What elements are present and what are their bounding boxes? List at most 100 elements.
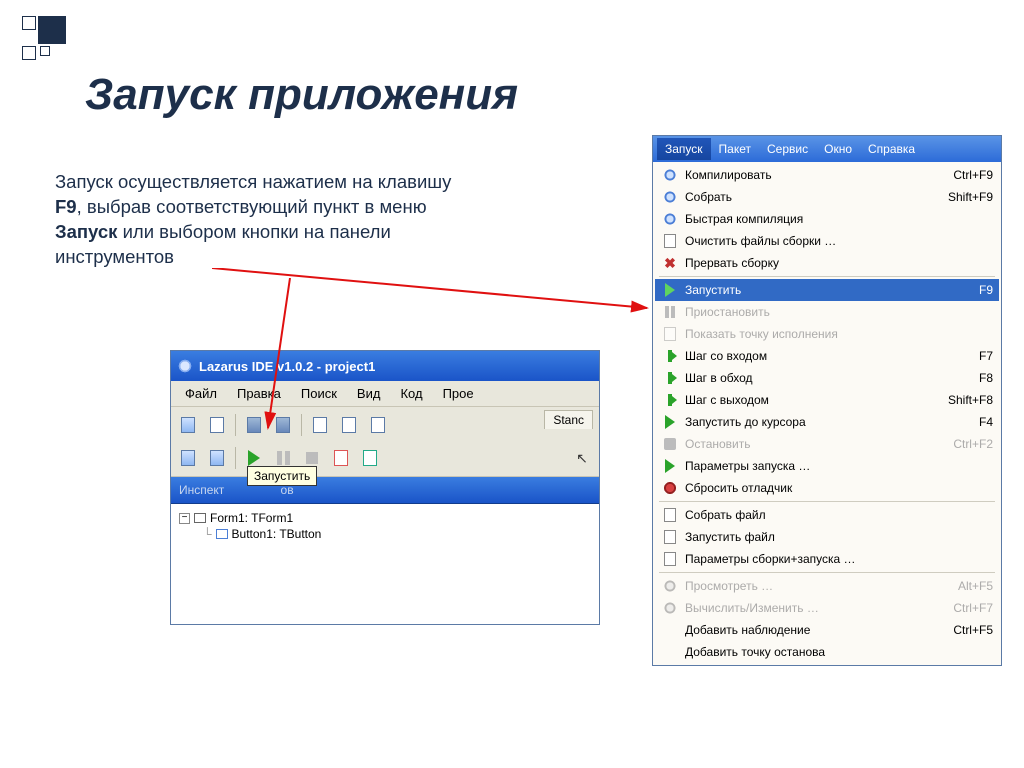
menu-item-label: Шаг в обход <box>685 371 965 385</box>
blank-icon <box>661 621 679 639</box>
menu-shortcut: Ctrl+F5 <box>945 623 993 637</box>
menu-item[interactable]: ЗапуститьF9 <box>655 279 999 301</box>
object-tree[interactable]: − Form1: TForm1 └ Button1: TButton <box>171 504 599 625</box>
cursor-tool[interactable]: ↖ <box>569 445 595 471</box>
play-icon <box>248 450 260 466</box>
menu-item[interactable]: Параметры запуска … <box>655 455 999 477</box>
button-icon <box>216 529 228 539</box>
menu-separator <box>659 276 995 277</box>
menu-service[interactable]: Сервис <box>759 138 816 160</box>
menu-shortcut: Ctrl+F9 <box>945 168 993 182</box>
menu-item[interactable]: Добавить наблюдение Ctrl+F5 <box>655 619 999 641</box>
gear-icon <box>661 210 679 228</box>
tree-node-form[interactable]: − Form1: TForm1 <box>179 510 591 526</box>
titlebar[interactable]: Lazarus IDE v1.0.2 - project1 <box>171 351 599 381</box>
paste-button[interactable] <box>204 445 230 471</box>
document-icon <box>661 232 679 250</box>
ide-menubar[interactable]: Файл Правка Поиск Вид Код Прое <box>171 381 599 407</box>
dropdown-body: Компилировать Ctrl+F9 СобратьShift+F9 Быстр… <box>653 162 1001 665</box>
menu-separator <box>659 501 995 502</box>
separator <box>235 414 236 436</box>
menu-item[interactable]: ✖Прервать сборку <box>655 252 999 274</box>
menu-item[interactable]: Шаг в обход F8 <box>655 367 999 389</box>
step-over-button[interactable] <box>328 445 354 471</box>
form-button[interactable] <box>307 412 333 438</box>
standard-tab[interactable]: Stanc <box>544 410 593 429</box>
menu-item-label: Добавить наблюдение <box>685 623 939 637</box>
menu-item[interactable]: Очистить файлы сборки … <box>655 230 999 252</box>
document-icon <box>661 325 679 343</box>
description-text: Запуск осуществляется нажатием на клавиш… <box>55 170 475 270</box>
form-icon <box>194 513 206 523</box>
document-icon <box>661 506 679 524</box>
gear-icon <box>661 577 679 595</box>
menu-item[interactable]: Собрать файл <box>655 504 999 526</box>
open-button[interactable] <box>204 412 230 438</box>
menu-view[interactable]: Вид <box>347 382 391 405</box>
tree-label: Form1: TForm1 <box>210 511 293 525</box>
menu-window[interactable]: Окно <box>816 138 860 160</box>
menu-item[interactable]: Запустить файл <box>655 526 999 548</box>
menu-item-label: Запустить файл <box>685 530 993 544</box>
menu-package[interactable]: Пакет <box>711 138 759 160</box>
cursor-icon: ↖ <box>576 450 588 467</box>
menu-item-label: Сбросить отладчик <box>685 481 993 495</box>
menu-shortcut: F7 <box>971 349 993 363</box>
blank-icon <box>661 643 679 661</box>
toggle-button[interactable] <box>365 412 391 438</box>
menu-item-label: Собрать файл <box>685 508 993 522</box>
menu-item-label: Быстрая компиляция <box>685 212 993 226</box>
menu-edit[interactable]: Правка <box>227 382 291 405</box>
menu-code[interactable]: Код <box>390 382 432 405</box>
run-tooltip: Запустить <box>247 466 317 486</box>
unit-button[interactable] <box>336 412 362 438</box>
menu-shortcut: F8 <box>971 371 993 385</box>
menu-item-label: Очистить файлы сборки … <box>685 234 993 248</box>
menu-item: Просмотреть … Alt+F5 <box>655 575 999 597</box>
stop-icon <box>661 435 679 453</box>
save-all-button[interactable] <box>270 412 296 438</box>
menu-help[interactable]: Справка <box>860 138 923 160</box>
play-icon <box>661 281 679 299</box>
step-into-button[interactable] <box>357 445 383 471</box>
menu-file[interactable]: Файл <box>175 382 227 405</box>
menu-item[interactable]: СобратьShift+F9 <box>655 186 999 208</box>
menu-shortcut: F4 <box>971 415 993 429</box>
menu-item[interactable]: Сбросить отладчик <box>655 477 999 499</box>
menu-shortcut: F9 <box>971 283 993 297</box>
menu-project[interactable]: Прое <box>433 382 484 405</box>
menu-item[interactable]: Добавить точку останова <box>655 641 999 663</box>
copy-button[interactable] <box>175 445 201 471</box>
bug-icon <box>661 479 679 497</box>
menu-item[interactable]: Быстрая компиляция <box>655 208 999 230</box>
menu-item: Вычислить/Изменить …Ctrl+F7 <box>655 597 999 619</box>
separator <box>301 414 302 436</box>
toolbar: Stanc ↖ Запустить <box>171 407 599 477</box>
pause-icon <box>277 451 290 465</box>
menu-item-label: Параметры сборки+запуска … <box>685 552 993 566</box>
pause-icon <box>661 303 679 321</box>
step-icon <box>661 369 679 387</box>
menu-item[interactable]: Параметры сборки+запуска … <box>655 548 999 570</box>
menu-item[interactable]: Компилировать Ctrl+F9 <box>655 164 999 186</box>
menubar[interactable]: Запуск Пакет Сервис Окно Справка <box>653 136 1001 162</box>
stop-icon <box>306 452 318 464</box>
menu-item-label: Запустить до курсора <box>685 415 965 429</box>
ide-window: Lazarus IDE v1.0.2 - project1 Файл Правк… <box>170 350 600 625</box>
menu-item[interactable]: Запустить до курсора F4 <box>655 411 999 433</box>
menu-run[interactable]: Запуск <box>657 138 711 160</box>
menu-item-label: Просмотреть … <box>685 579 944 593</box>
menu-item[interactable]: Шаг со входомF7 <box>655 345 999 367</box>
new-button[interactable] <box>175 412 201 438</box>
save-button[interactable] <box>241 412 267 438</box>
tree-node-button[interactable]: └ Button1: TButton <box>179 526 591 542</box>
menu-item-label: Приостановить <box>685 305 993 319</box>
play-icon <box>661 413 679 431</box>
menu-item[interactable]: Шаг с выходомShift+F8 <box>655 389 999 411</box>
collapse-icon[interactable]: − <box>179 513 190 524</box>
menu-shortcut: Alt+F5 <box>950 579 993 593</box>
menu-shortcut: Shift+F8 <box>940 393 993 407</box>
menu-search[interactable]: Поиск <box>291 382 347 405</box>
menu-item-label: Компилировать <box>685 168 939 182</box>
gear-icon <box>661 599 679 617</box>
